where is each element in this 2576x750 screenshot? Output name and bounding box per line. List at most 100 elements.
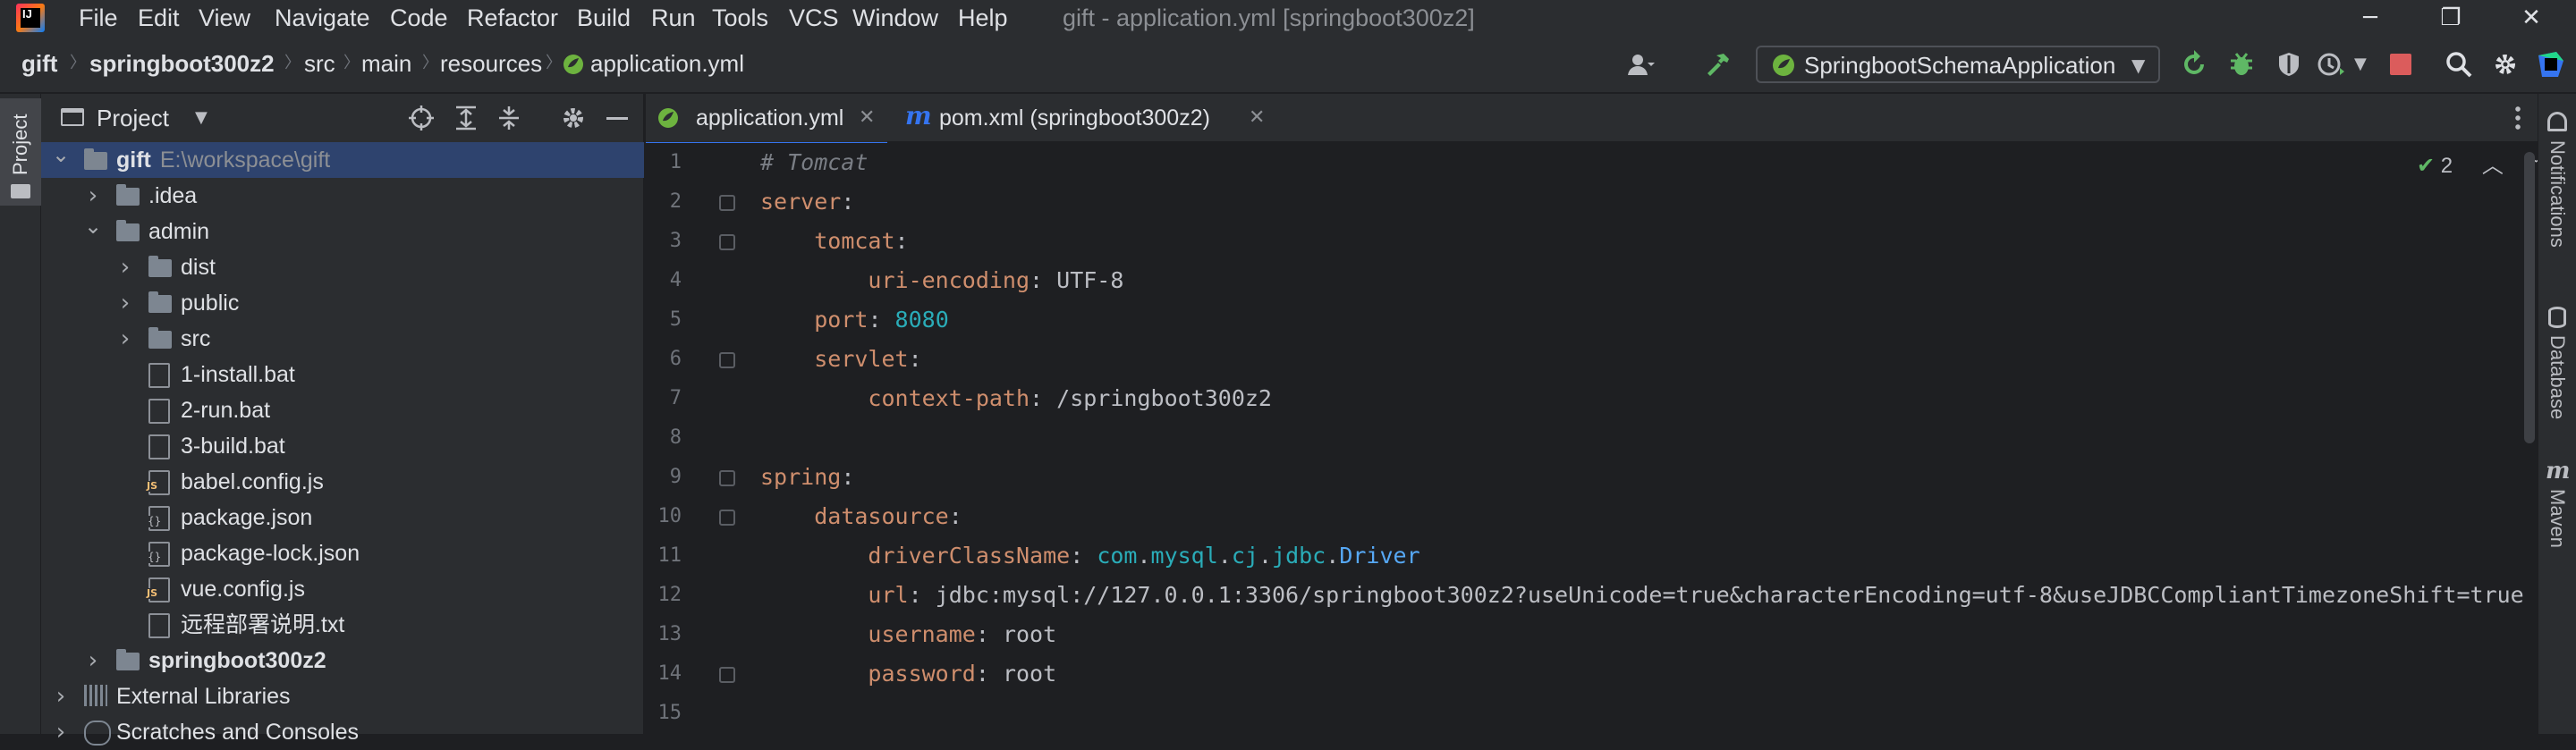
- maven-tab[interactable]: Maven: [2542, 489, 2572, 548]
- fold-marker-icon[interactable]: [719, 667, 735, 683]
- breadcrumb-item[interactable]: springboot300z2: [89, 48, 275, 79]
- fold-marker-icon[interactable]: [719, 470, 735, 486]
- code-token: 8080: [894, 307, 949, 333]
- menu-code[interactable]: Code: [390, 3, 448, 33]
- build-hammer-icon[interactable]: [1704, 50, 1733, 79]
- tree-item-springboot300z2[interactable]: › springboot300z2: [41, 643, 644, 678]
- tree-item-text: gift E:\workspace\gift: [116, 145, 330, 175]
- tree-item-vue-config-js[interactable]: JS vue.config.js: [41, 571, 644, 607]
- settings-gear-icon[interactable]: [2491, 50, 2520, 79]
- rerun-icon[interactable]: [2180, 50, 2208, 79]
- stop-icon[interactable]: [2390, 54, 2411, 75]
- project-panel-title[interactable]: Project: [97, 103, 169, 133]
- fold-marker-icon[interactable]: [719, 195, 735, 211]
- close-tab-icon[interactable]: ✕: [859, 103, 875, 133]
- collapse-all-icon[interactable]: [496, 105, 522, 131]
- tree-item-package-lock-json[interactable]: {} package-lock.json: [41, 535, 644, 571]
- profiler-icon[interactable]: [2317, 50, 2345, 79]
- tree-item-public[interactable]: › public: [41, 285, 644, 321]
- expanded-arrow-icon[interactable]: ⌄: [52, 142, 70, 167]
- tree-item-1-install-bat[interactable]: 1-install.bat: [41, 357, 644, 392]
- menu-vcs[interactable]: VCS: [789, 3, 839, 33]
- tree-item-idea[interactable]: › .idea: [41, 178, 644, 214]
- database-tab[interactable]: Database: [2542, 335, 2572, 419]
- toolbox-icon[interactable]: [2537, 50, 2565, 79]
- hide-panel-icon[interactable]: [606, 117, 628, 120]
- collapsed-arrow-icon[interactable]: ›: [84, 183, 102, 208]
- menu-run[interactable]: Run: [651, 3, 696, 33]
- fold-marker-icon[interactable]: [719, 510, 735, 526]
- menu-file[interactable]: File: [79, 3, 118, 33]
- close-tab-icon[interactable]: ✕: [1249, 103, 1265, 133]
- folder-icon: [116, 184, 140, 206]
- text-file-icon: [148, 399, 170, 424]
- collapsed-arrow-icon[interactable]: ›: [116, 255, 134, 280]
- menu-edit[interactable]: Edit: [138, 3, 180, 33]
- code-line: password: root: [760, 654, 1056, 694]
- menu-build[interactable]: Build: [577, 3, 631, 33]
- minimize-icon[interactable]: ─: [2334, 0, 2406, 36]
- menu-window[interactable]: Window: [852, 3, 938, 33]
- tab-application-yml[interactable]: application.yml ✕: [646, 94, 887, 145]
- tree-item-2-run-bat[interactable]: 2-run.bat: [41, 392, 644, 428]
- tree-item-scratches-and-consoles[interactable]: › Scratches and Consoles: [41, 714, 644, 750]
- tree-item-src[interactable]: › src: [41, 321, 644, 357]
- tree-item-txt[interactable]: 远程部署说明.txt: [41, 607, 644, 643]
- search-icon[interactable]: [2445, 50, 2473, 79]
- maven-icon[interactable]: m: [2546, 459, 2571, 484]
- breadcrumb-item[interactable]: resources: [440, 48, 542, 79]
- expanded-arrow-icon[interactable]: ⌄: [84, 214, 102, 239]
- code-token: datasource: [814, 503, 949, 529]
- fold-marker-icon[interactable]: [719, 234, 735, 250]
- tree-item-package-json[interactable]: {} package.json: [41, 500, 644, 535]
- tab-pom-xml[interactable]: m pom.xml (springboot300z2) ✕: [898, 94, 1292, 142]
- menu-view[interactable]: View: [199, 3, 250, 33]
- close-window-icon[interactable]: ✕: [2496, 0, 2567, 36]
- user-icon[interactable]: [1626, 50, 1655, 79]
- breadcrumb-item[interactable]: application.yml: [590, 48, 744, 79]
- editor-scrollbar[interactable]: [2524, 152, 2535, 443]
- code-editor[interactable]: # Tomcat server: tomcat: uri-encoding: UT…: [751, 143, 2527, 734]
- more-tabs-icon[interactable]: [2515, 105, 2521, 131]
- restore-icon[interactable]: ❐: [2415, 0, 2487, 36]
- fold-marker-icon[interactable]: [719, 352, 735, 368]
- collapsed-arrow-icon[interactable]: ›: [116, 291, 134, 316]
- breadcrumb-item[interactable]: gift: [21, 48, 57, 79]
- collapsed-arrow-icon[interactable]: ›: [116, 326, 134, 351]
- collapsed-arrow-icon[interactable]: ›: [52, 684, 70, 709]
- tree-item-external-libraries[interactable]: › External Libraries: [41, 678, 644, 714]
- intellij-logo-icon[interactable]: IJ: [16, 4, 45, 32]
- run-configuration-selector[interactable]: SpringbootSchemaApplication ▼: [1756, 46, 2160, 83]
- breadcrumb-item[interactable]: src: [304, 48, 335, 79]
- notifications-bell-icon[interactable]: [2547, 112, 2567, 131]
- collapsed-arrow-icon[interactable]: ›: [52, 720, 70, 745]
- debug-bug-icon[interactable]: [2227, 50, 2256, 79]
- coverage-icon[interactable]: [2275, 50, 2303, 79]
- menu-navigate[interactable]: Navigate: [275, 3, 370, 33]
- notifications-tab[interactable]: Notifications: [2542, 140, 2572, 248]
- tree-item-gift[interactable]: ⌄ gift E:\workspace\gift: [41, 142, 644, 178]
- breadcrumb-item[interactable]: main: [361, 48, 411, 79]
- line-number: 14: [657, 662, 682, 685]
- breadcrumb-separator-icon: 〉: [70, 54, 86, 72]
- database-icon[interactable]: [2548, 307, 2566, 328]
- chevron-down-icon[interactable]: ▼: [195, 105, 208, 131]
- tree-item-dist[interactable]: › dist: [41, 249, 644, 285]
- menu-help[interactable]: Help: [958, 3, 1008, 33]
- tree-item-text: dist: [181, 252, 216, 282]
- previous-highlight-icon[interactable]: ︿: [2482, 154, 2504, 178]
- expand-all-icon[interactable]: [453, 105, 479, 131]
- tree-item-admin[interactable]: ⌄ admin: [41, 214, 644, 249]
- menu-refactor[interactable]: Refactor: [467, 3, 558, 33]
- javascript-file-icon: JS: [147, 470, 170, 495]
- locate-file-icon[interactable]: [408, 105, 435, 131]
- tree-item-babel-config-js[interactable]: JS babel.config.js: [41, 464, 644, 500]
- code-line: server:: [760, 182, 854, 222]
- folder-icon: [148, 256, 172, 277]
- menu-tools[interactable]: Tools: [712, 3, 768, 33]
- collapsed-arrow-icon[interactable]: ›: [84, 648, 102, 673]
- panel-options-gear-icon[interactable]: [560, 105, 587, 131]
- tree-item-3-build-bat[interactable]: 3-build.bat: [41, 428, 644, 464]
- folder-icon: [11, 184, 30, 198]
- more-run-options-chevron-icon[interactable]: ▼: [2354, 50, 2367, 79]
